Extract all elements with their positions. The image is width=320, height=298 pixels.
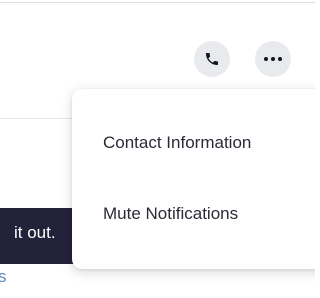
- more-options-button[interactable]: [255, 41, 291, 77]
- conversation-view: it out. s Contact Information Mute Notif…: [0, 0, 315, 298]
- banner-text: it out.: [14, 223, 56, 242]
- partial-link-text: s: [0, 267, 7, 286]
- phone-icon: [206, 53, 218, 65]
- menu-item-mute-notifications[interactable]: Mute Notifications: [103, 203, 238, 225]
- top-divider: [0, 2, 315, 3]
- call-button[interactable]: [194, 41, 230, 77]
- options-dropdown-menu: Contact Information Mute Notifications: [72, 89, 315, 269]
- menu-item-contact-information[interactable]: Contact Information: [103, 132, 251, 154]
- more-horizontal-icon: [264, 57, 282, 61]
